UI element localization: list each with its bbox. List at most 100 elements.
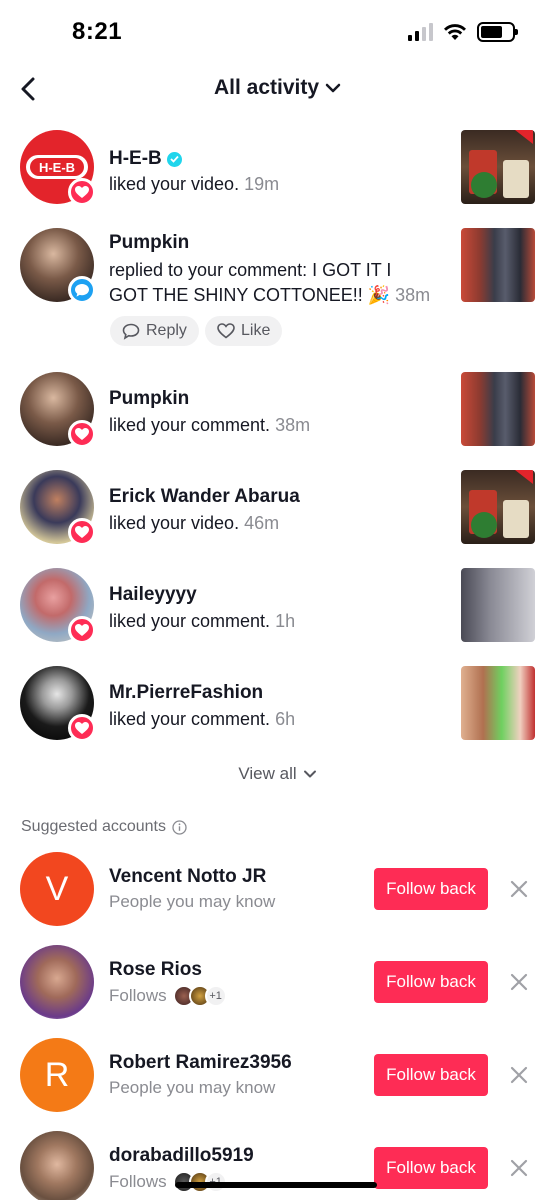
suggested-user-name[interactable]: Rose Rios (109, 959, 202, 981)
activity-item[interactable]: Haileyyyy liked your comment. 1h (0, 568, 555, 648)
activity-item[interactable]: Pumpkin replied to your comment: I GOT I… (0, 228, 555, 353)
activity-action: liked your video. (109, 513, 240, 533)
cellular-signal-icon (408, 23, 433, 41)
suggested-user-name[interactable]: dorabadillo5919 (109, 1145, 254, 1167)
user-name-text: H-E-B (109, 148, 162, 169)
like-badge (68, 616, 96, 644)
like-button[interactable]: Like (205, 316, 283, 346)
activity-user-name[interactable]: H-E-B (109, 148, 182, 170)
activity-action: liked your comment. (109, 709, 271, 729)
user-name-text: Pumpkin (109, 388, 190, 409)
user-name-text: Haileyyyy (109, 584, 197, 605)
view-all-label: View all (238, 764, 297, 783)
close-icon[interactable] (508, 1157, 530, 1179)
activity-user-name[interactable]: Mr.PierreFashion (109, 682, 263, 704)
comment-badge (68, 276, 96, 304)
follow-back-button[interactable]: Follow back (374, 1054, 488, 1096)
activity-action: liked your comment. (109, 611, 271, 631)
activity-description: replied to your comment: I GOT IT I GOT … (109, 258, 430, 308)
activity-time: 38m (275, 415, 311, 435)
suggested-account-item[interactable]: R Robert Ramirez3956 People you may know… (0, 1038, 555, 1118)
activity-description: liked your comment. 38m (109, 413, 310, 438)
video-thumbnail[interactable] (461, 666, 535, 740)
home-indicator[interactable] (175, 1182, 377, 1188)
user-name-text: Mr.PierreFashion (109, 682, 264, 703)
avatar[interactable]: V (20, 852, 94, 926)
svg-text:H-E-B: H-E-B (39, 160, 75, 175)
chevron-down-icon (325, 83, 341, 93)
activity-action-line2: GOT THE SHINY COTTONEE!! 🎉 (109, 285, 391, 305)
follow-back-button[interactable]: Follow back (374, 1147, 488, 1189)
activity-item[interactable]: Pumpkin liked your comment. 38m (0, 372, 555, 452)
avatar[interactable]: R (20, 1038, 94, 1112)
comment-icon (122, 323, 140, 340)
status-bar: 8:21 (0, 0, 555, 62)
close-icon[interactable] (508, 1064, 530, 1086)
activity-action: liked your comment. (109, 415, 271, 435)
header: All activity (0, 62, 555, 118)
heart-icon (75, 525, 89, 538)
suggested-subtitle: People you may know (109, 892, 275, 912)
activity-description: liked your video. 19m (109, 172, 279, 197)
avatar-initial: V (45, 869, 69, 908)
activity-description: liked your comment. 1h (109, 609, 295, 634)
like-badge (68, 714, 96, 742)
activity-user-name[interactable]: Erick Wander Abarua (109, 486, 300, 508)
activity-item[interactable]: Erick Wander Abarua liked your video. 46… (0, 470, 555, 550)
like-badge (68, 518, 96, 546)
activity-user-name[interactable]: Pumpkin (109, 232, 189, 254)
activity-user-name[interactable]: Pumpkin (109, 388, 189, 410)
reply-button[interactable]: Reply (110, 316, 199, 346)
activity-description: liked your comment. 6h (109, 707, 295, 732)
close-icon[interactable] (508, 971, 530, 993)
subtitle-text: Follows (109, 986, 167, 1005)
activity-time: 19m (244, 174, 280, 194)
like-badge (68, 420, 96, 448)
heart-icon (75, 185, 89, 198)
activity-item[interactable]: H-E-B H-E-B liked your video. 19m (0, 130, 555, 210)
activity-filter-dropdown[interactable]: All activity (214, 76, 341, 100)
activity-time: 46m (244, 513, 280, 533)
heart-icon (75, 427, 89, 440)
like-label: Like (241, 322, 271, 339)
activity-time: 1h (275, 611, 296, 631)
view-all-row: View all (0, 764, 555, 784)
suggested-account-item[interactable]: Rose Rios Follows +1 Follow back (0, 945, 555, 1025)
heart-icon (75, 721, 89, 734)
activity-time: 38m (395, 285, 431, 305)
avatar-initial: R (44, 1055, 70, 1094)
suggested-account-item[interactable]: V Vencent Notto JR People you may know F… (0, 852, 555, 932)
mutual-followers: +1 (172, 985, 227, 1007)
follow-back-button[interactable]: Follow back (374, 868, 488, 910)
video-thumbnail[interactable] (461, 568, 535, 642)
avatar[interactable] (20, 1131, 94, 1200)
suggested-accounts-header: Suggested accounts (21, 818, 187, 836)
info-icon[interactable] (172, 819, 187, 835)
activity-description: liked your video. 46m (109, 511, 279, 536)
suggested-subtitle: Follows +1 (109, 985, 227, 1007)
activity-time: 6h (275, 709, 296, 729)
section-title: Suggested accounts (21, 818, 166, 835)
like-badge (68, 178, 96, 206)
close-icon[interactable] (508, 878, 530, 900)
video-thumbnail[interactable] (461, 372, 535, 446)
video-thumbnail[interactable] (461, 470, 535, 544)
heart-outline-icon (217, 323, 235, 339)
activity-user-name[interactable]: Haileyyyy (109, 584, 197, 606)
chat-bubble-icon (75, 283, 89, 297)
avatar[interactable] (20, 945, 94, 1019)
follow-back-button[interactable]: Follow back (374, 961, 488, 1003)
video-thumbnail[interactable] (461, 228, 535, 302)
suggested-user-name[interactable]: Vencent Notto JR (109, 866, 266, 888)
heart-icon (75, 623, 89, 636)
suggested-account-item[interactable]: dorabadillo5919 Follows +1 Follow back (0, 1131, 555, 1200)
verified-badge-icon (166, 151, 182, 167)
subtitle-text: People you may know (109, 1078, 276, 1097)
reply-label: Reply (146, 322, 187, 339)
view-all-button[interactable]: View all (238, 764, 316, 784)
video-thumbnail[interactable] (461, 130, 535, 204)
suggested-user-name[interactable]: Robert Ramirez3956 (109, 1052, 292, 1074)
battery-icon (477, 22, 518, 42)
user-name-text: Erick Wander Abarua (109, 486, 300, 507)
activity-item[interactable]: Mr.PierreFashion liked your comment. 6h (0, 666, 555, 746)
